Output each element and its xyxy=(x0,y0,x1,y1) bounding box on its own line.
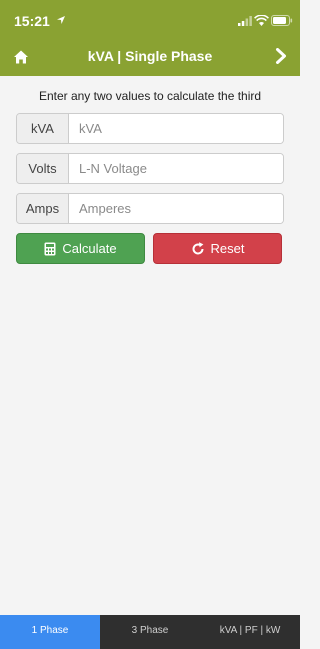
calculate-label: Calculate xyxy=(62,241,117,256)
volts-input[interactable] xyxy=(69,154,283,183)
battery-icon xyxy=(271,15,293,26)
reset-label: Reset xyxy=(210,241,245,256)
bottom-tab-bar: 1 Phase 3 Phase kVA | PF | kW xyxy=(0,615,300,649)
tab-3-phase[interactable]: 3 Phase xyxy=(100,615,200,649)
amps-label: Amps xyxy=(17,194,69,223)
calculator-icon xyxy=(44,242,56,255)
volts-label: Volts xyxy=(17,154,69,183)
page-title: kVA | Single Phase xyxy=(87,48,213,64)
location-arrow-icon xyxy=(57,16,65,24)
reset-button[interactable]: Reset xyxy=(153,233,282,264)
tab-kva-pf-kw[interactable]: kVA | PF | kW xyxy=(200,615,300,649)
kva-input-group: kVA xyxy=(16,113,284,144)
instruction-text: Enter any two values to calculate the th… xyxy=(38,89,262,103)
chevron-right-icon[interactable] xyxy=(275,48,287,64)
calculate-button[interactable]: Calculate xyxy=(16,233,145,264)
home-icon[interactable] xyxy=(13,49,29,65)
volts-input-group: Volts xyxy=(16,153,284,184)
tab-1-phase[interactable]: 1 Phase xyxy=(0,615,100,649)
title-bar: kVA | Single Phase xyxy=(0,40,300,74)
app-header: 15:21 kVA | Single Phase xyxy=(0,0,300,76)
wifi-icon xyxy=(254,15,269,26)
cellular-signal-icon xyxy=(238,16,252,26)
kva-input[interactable] xyxy=(69,114,283,143)
refresh-icon xyxy=(192,241,204,254)
status-bar: 15:21 xyxy=(0,0,300,40)
status-time: 15:21 xyxy=(14,13,50,29)
amps-input[interactable] xyxy=(69,194,283,223)
amps-input-group: Amps xyxy=(16,193,284,224)
kva-label: kVA xyxy=(17,114,69,143)
